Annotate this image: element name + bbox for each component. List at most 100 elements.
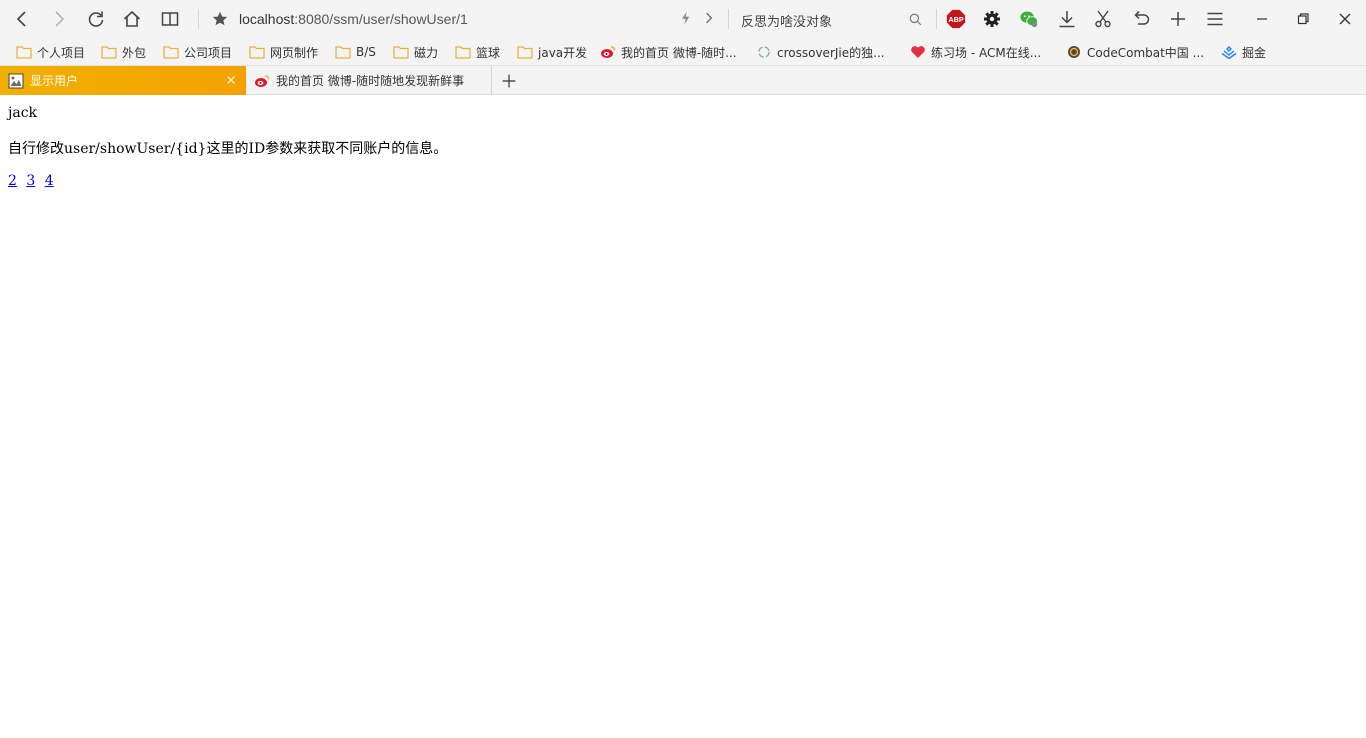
restore-icon [1297,13,1309,25]
folder-icon [455,45,471,59]
bookmark-folder[interactable]: 磁力 [393,42,438,62]
weibo-icon [600,45,616,59]
codecombat-icon [1066,45,1082,59]
new-tab-button[interactable] [498,70,520,92]
screenshot-button[interactable] [1091,7,1115,31]
adblock-button[interactable]: ABP [944,7,968,31]
bookmark-label: 网页制作 [270,45,319,60]
menu-button[interactable] [1203,7,1227,31]
bookmark-label: 个人项目 [37,45,86,60]
bookmark-label: 外包 [122,45,147,60]
plus-icon [502,74,516,88]
bookmarks-bar: 个人项目 外包 公司项目 网页制作 B/S 磁力 篮球 java开发 我的首页 … [0,38,1366,66]
bookmark-folder[interactable]: 外包 [101,42,146,62]
bookmark-folder[interactable]: java开发 [517,42,587,62]
bookmark-link[interactable]: crossoverJie的独... [756,42,885,62]
tab-weibo[interactable]: 我的首页 微博-随时随地发现新鲜事 [246,66,492,95]
close-window-button[interactable] [1333,7,1357,31]
recycle-icon [756,45,772,59]
wechat-button[interactable] [1017,7,1041,31]
page-favicon-icon [8,73,24,89]
reload-icon [88,11,104,27]
bookmark-label: 我的首页 微博-随时... [621,45,737,60]
bookmark-label: 公司项目 [184,45,233,60]
download-icon [1059,11,1075,28]
plus-icon [1171,12,1185,26]
restore-button[interactable] [1291,7,1315,31]
hint-text: 自行修改user/showUser/{id}这里的ID参数来获取不同账户的信息。 [8,141,448,157]
toolbar-separator [198,9,199,29]
bookmark-link[interactable]: 掘金 [1221,42,1266,62]
download-button[interactable] [1055,7,1079,31]
bookmark-label: java开发 [538,45,588,60]
tab-label: 显示用户 [30,74,79,88]
back-icon [16,11,26,27]
undo-icon [1134,10,1150,25]
search-input[interactable]: 反思为啥没对象 [741,11,832,30]
close-icon [227,76,235,84]
scissors-icon [1095,10,1111,28]
star-icon [212,11,228,26]
folder-icon [517,45,533,59]
reload-button[interactable] [83,6,109,32]
tab-label: 我的首页 微博-随时随地发现新鲜事 [276,74,465,88]
bookmark-label: CodeCombat中国 ... [1087,45,1205,60]
user-link-3[interactable]: 3 [26,173,35,189]
settings-button[interactable] [980,7,1004,31]
heart-icon [910,45,926,59]
bookmark-folder[interactable]: B/S [335,42,376,62]
wechat-icon [1020,11,1039,28]
user-link-2[interactable]: 2 [8,173,17,189]
bookmark-folder[interactable]: 公司项目 [163,42,232,62]
search-box[interactable]: 反思为啥没对象 [730,4,934,34]
juejin-icon [1221,45,1237,59]
forward-icon [55,11,65,27]
bookmark-link[interactable]: 练习场 - ACM在线... [910,42,1041,62]
chevron-right-icon[interactable] [701,10,717,26]
close-icon [1339,13,1351,25]
reader-button[interactable] [157,6,183,32]
undo-close-button[interactable] [1129,7,1153,31]
toolbar-separator [936,9,937,29]
adblock-icon: ABP [946,9,966,29]
bookmark-folder[interactable]: 网页制作 [249,42,318,62]
bookmark-label: 掘金 [1242,45,1267,60]
bookmark-folder[interactable]: 篮球 [455,42,500,62]
address-host: localhost [239,11,295,27]
folder-icon [335,45,351,59]
bookmark-label: 篮球 [476,45,501,60]
bookmark-label: B/S [356,45,376,59]
folder-icon [393,45,409,59]
bookmark-folder[interactable]: 个人项目 [16,42,85,62]
bookmark-label: 练习场 - ACM在线... [931,45,1042,60]
username-text: jack [8,105,38,121]
bookmark-label: 磁力 [414,45,439,60]
bookmark-link[interactable]: CodeCombat中国 ... [1066,42,1204,62]
tab-show-user[interactable]: 显示用户 [0,66,246,95]
minimize-icon [1257,18,1267,20]
user-link-4[interactable]: 4 [45,173,54,189]
folder-icon [16,45,32,59]
address-text[interactable]: localhost:8080/ssm/user/showUser/1 [239,11,468,27]
tab-close-button[interactable] [224,73,238,87]
weibo-icon [254,73,270,89]
tab-strip: 显示用户 我的首页 微博-随时随地发现新鲜事 [0,66,1366,95]
browser-toolbar: localhost:8080/ssm/user/showUser/1 反思为啥没… [0,0,1366,38]
reader-icon [161,12,179,26]
home-button[interactable] [119,6,145,32]
address-bar[interactable]: localhost:8080/ssm/user/showUser/1 [204,4,726,34]
new-tab-toolbar-button[interactable] [1166,7,1190,31]
menu-icon [1207,12,1223,26]
bolt-icon[interactable] [678,9,694,27]
toolbar-separator [728,9,729,29]
bookmark-link[interactable]: 我的首页 微博-随时... [600,42,737,62]
folder-icon [101,45,117,59]
forward-button[interactable] [46,6,72,32]
gear-icon [984,11,1000,27]
user-links: 2 3 4 [8,173,59,189]
adblock-label: ABP [948,15,963,24]
search-icon[interactable] [908,12,923,27]
minimize-button[interactable] [1250,7,1274,31]
back-button[interactable] [9,6,35,32]
folder-icon [163,45,179,59]
